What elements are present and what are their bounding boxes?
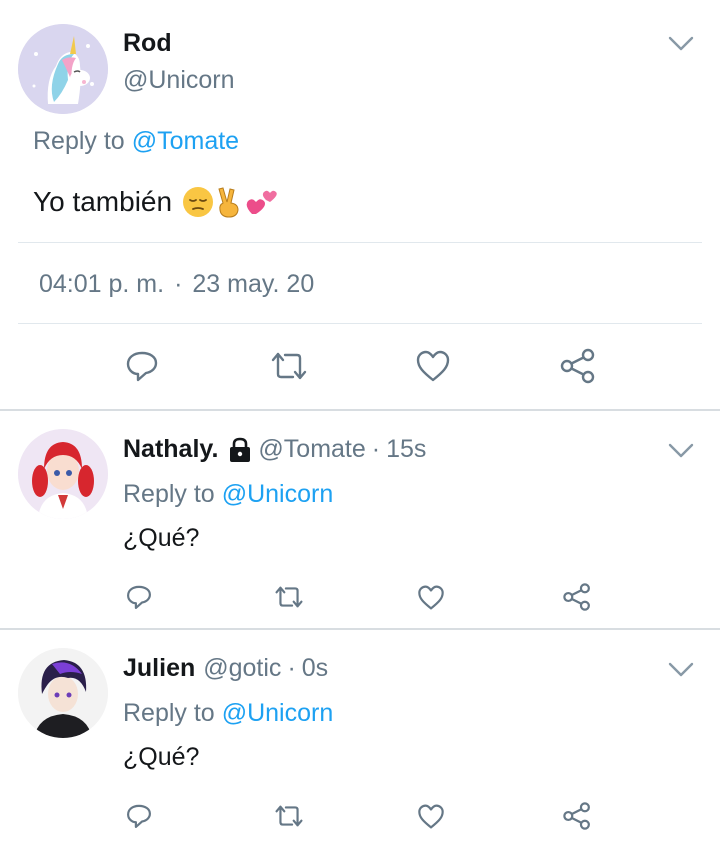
victory-hand-emoji bbox=[218, 187, 239, 218]
tweet-body: Yo también bbox=[33, 186, 173, 217]
avatar[interactable] bbox=[18, 429, 108, 519]
chevron-down-icon[interactable] bbox=[668, 662, 694, 683]
nathaly-avatar-image bbox=[18, 429, 108, 519]
tweet-body: ¿Qué? bbox=[123, 743, 200, 771]
pensive-emoji bbox=[183, 187, 214, 217]
reply-prefix: Reply to bbox=[33, 127, 125, 155]
divider bbox=[18, 242, 702, 243]
reply-button[interactable] bbox=[122, 346, 162, 386]
reply-header: Nathaly. @Tomate · 15s bbox=[123, 435, 426, 464]
like-icon bbox=[416, 350, 450, 382]
chevron-down-icon[interactable] bbox=[668, 443, 694, 464]
reply-icon bbox=[126, 351, 158, 382]
reply-target-link[interactable]: @Unicorn bbox=[222, 699, 334, 728]
share-button[interactable] bbox=[558, 346, 598, 386]
author-handle[interactable]: @gotic bbox=[203, 654, 281, 683]
julien-avatar-image bbox=[18, 648, 108, 738]
share-icon bbox=[563, 583, 590, 611]
tweet-time: 15s bbox=[386, 435, 427, 463]
divider bbox=[18, 323, 702, 324]
retweet-icon bbox=[271, 352, 307, 380]
separator-dot: · bbox=[287, 654, 296, 682]
retweet-icon bbox=[275, 586, 303, 608]
tweet-text: Yo también bbox=[33, 186, 280, 218]
reply-button[interactable] bbox=[123, 581, 155, 613]
unicorn-avatar-image bbox=[18, 24, 108, 114]
separator-dot: · bbox=[371, 435, 381, 463]
reply-prefix: Reply to bbox=[123, 480, 215, 508]
like-icon bbox=[418, 585, 444, 609]
like-button[interactable] bbox=[415, 800, 447, 832]
share-button[interactable] bbox=[561, 800, 593, 832]
reply-target-link[interactable]: @Tomate bbox=[132, 127, 239, 156]
reply-context: Reply to @Unicorn bbox=[123, 480, 333, 509]
reply-button[interactable] bbox=[123, 800, 155, 832]
chevron-down-icon[interactable] bbox=[668, 36, 694, 57]
reply-prefix: Reply to bbox=[123, 699, 215, 727]
author-handle[interactable]: @Unicorn bbox=[123, 66, 235, 95]
reply-icon bbox=[127, 804, 151, 828]
author-name[interactable]: Julien bbox=[123, 654, 195, 683]
share-button[interactable] bbox=[561, 581, 593, 613]
section-divider bbox=[0, 628, 720, 630]
like-button[interactable] bbox=[415, 581, 447, 613]
like-button[interactable] bbox=[413, 346, 453, 386]
reply-context: Reply to @Tomate bbox=[33, 127, 239, 156]
retweet-button[interactable] bbox=[267, 346, 311, 386]
tweet-body: ¿Qué? bbox=[123, 524, 200, 552]
author-name[interactable]: Rod bbox=[123, 29, 172, 58]
share-icon bbox=[560, 348, 595, 384]
like-icon bbox=[418, 804, 444, 828]
reply-header: Julien @gotic · 0s bbox=[123, 654, 328, 683]
share-icon bbox=[563, 802, 590, 830]
tweet-date: 23 may. 20 bbox=[192, 270, 315, 298]
tweet-timestamp: 04:01 p. m. · 23 may. 20 bbox=[39, 270, 314, 299]
reply-icon bbox=[127, 585, 151, 609]
two-hearts-emoji bbox=[246, 190, 277, 214]
author-name[interactable]: Nathaly. bbox=[123, 435, 218, 464]
retweet-button[interactable] bbox=[271, 581, 307, 613]
section-divider bbox=[0, 409, 720, 411]
avatar[interactable] bbox=[18, 648, 108, 738]
tweet-time: 04:01 p. m. bbox=[39, 270, 165, 298]
retweet-icon bbox=[275, 805, 303, 827]
lock-icon bbox=[230, 437, 251, 462]
separator-dot: · bbox=[174, 270, 183, 298]
author-handle[interactable]: @Tomate bbox=[258, 435, 365, 464]
tweet-time: 0s bbox=[301, 654, 329, 682]
retweet-button[interactable] bbox=[271, 800, 307, 832]
reply-context: Reply to @Unicorn bbox=[123, 699, 333, 728]
reply-target-link[interactable]: @Unicorn bbox=[222, 480, 334, 509]
avatar[interactable] bbox=[18, 24, 108, 114]
